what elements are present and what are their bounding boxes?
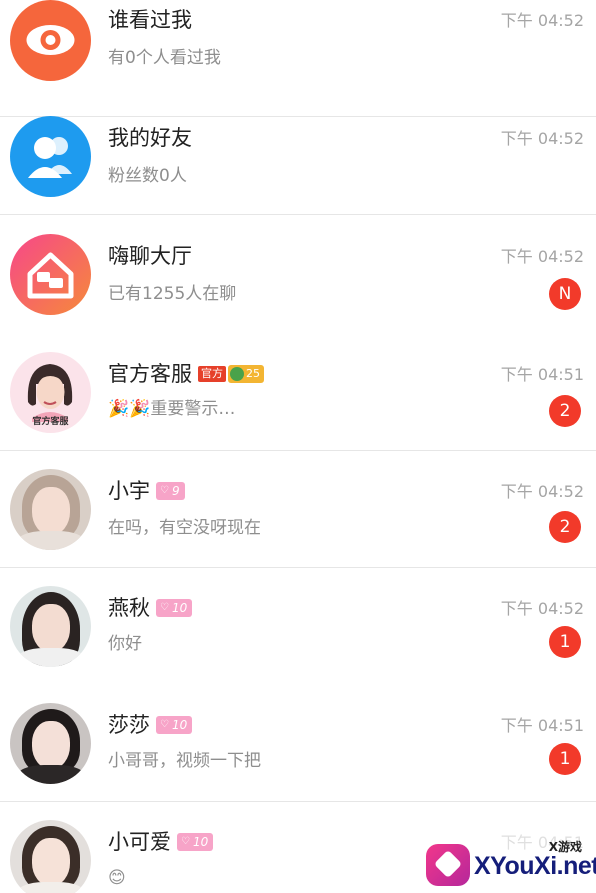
- conversation-preview: 已有1255人在聊: [108, 284, 237, 304]
- watermark-site-name: XYouXi.net: [474, 852, 596, 880]
- unread-badge: N: [549, 278, 581, 310]
- conversation-preview: 小哥哥，视频一下把: [108, 751, 261, 771]
- conversation-time: 下午 04:52: [500, 482, 584, 501]
- user-photo-avatar: [10, 586, 91, 667]
- heart-level-badge: ♡ 10: [156, 716, 193, 734]
- conversation-name: 嗨聊大厅: [108, 244, 192, 268]
- site-watermark: X游戏 XYouXi.net: [422, 836, 596, 893]
- user-photo-avatar: [10, 469, 91, 550]
- unread-badge: 2: [549, 511, 581, 543]
- conversation-preview: 有0个人看过我: [108, 48, 221, 68]
- level-value: 25: [246, 367, 260, 380]
- conversation-name: 小可爱: [108, 830, 171, 854]
- list-item-yanqiu[interactable]: 燕秋 ♡ 10 你好 下午 04:52 1: [0, 568, 596, 685]
- conversation-preview: 在吗，有空没呀现在: [108, 518, 261, 538]
- list-item-chat-hall[interactable]: 嗨聊大厅 已有1255人在聊 下午 04:52 N: [0, 216, 596, 333]
- conversation-time: 下午 04:51: [500, 365, 584, 384]
- heart-icon: ♡: [181, 836, 190, 847]
- customer-service-avatar: 官方客服: [10, 352, 91, 433]
- heart-level-badge: ♡ 9: [156, 482, 185, 500]
- official-badge: 官方: [198, 366, 226, 382]
- conversation-preview: 粉丝数0人: [108, 166, 187, 186]
- eye-icon: [10, 0, 91, 81]
- conversation-preview: 你好: [108, 634, 142, 654]
- user-photo-avatar: [10, 820, 91, 893]
- user-photo-avatar: [10, 703, 91, 784]
- conversation-preview: 🎉🎉重要警示…: [108, 399, 236, 419]
- conversation-time: 下午 04:52: [500, 129, 584, 148]
- gem-icon: [230, 367, 244, 381]
- level-badge: 25: [228, 365, 264, 383]
- chat-house-icon: [10, 234, 91, 315]
- list-item-friends[interactable]: 我的好友 粉丝数0人 下午 04:52: [0, 98, 596, 215]
- heart-icon: ♡: [160, 485, 169, 496]
- unread-badge: 1: [549, 743, 581, 775]
- heart-level-badge: ♡ 10: [156, 599, 193, 617]
- unread-badge: 1: [549, 626, 581, 658]
- conversation-time: 下午 04:52: [500, 599, 584, 618]
- avatar-caption: 官方客服: [32, 417, 69, 427]
- conversation-name: 谁看过我: [108, 8, 192, 32]
- divider: [0, 214, 596, 215]
- conversation-time: 下午 04:52: [500, 11, 584, 30]
- heart-icon: ♡: [160, 602, 169, 613]
- list-item-shasha[interactable]: 莎莎 ♡ 10 小哥哥，视频一下把 下午 04:51 1: [0, 685, 596, 802]
- list-item-xiaoyu[interactable]: 小宇 ♡ 9 在吗，有空没呀现在 下午 04:52 2: [0, 451, 596, 568]
- list-item-customer-service[interactable]: 官方客服 官方客服 官方 25 🎉🎉重要警示… 下午 04:51 2: [0, 334, 596, 451]
- conversation-name: 燕秋: [108, 596, 150, 620]
- conversation-name: 莎莎: [108, 713, 150, 737]
- heart-level-badge: ♡ 10: [177, 833, 214, 851]
- friends-icon: [10, 116, 91, 197]
- conversation-name: 小宇: [108, 479, 150, 503]
- heart-icon: ♡: [160, 719, 169, 730]
- conversation-time: 下午 04:51: [500, 716, 584, 735]
- gamepad-logo-icon: [426, 844, 470, 886]
- conversation-time: 下午 04:52: [500, 247, 584, 266]
- conversation-preview: 😊: [108, 868, 126, 888]
- conversation-name: 我的好友: [108, 126, 192, 150]
- unread-badge: 2: [549, 395, 581, 427]
- conversation-name: 官方客服: [108, 362, 192, 386]
